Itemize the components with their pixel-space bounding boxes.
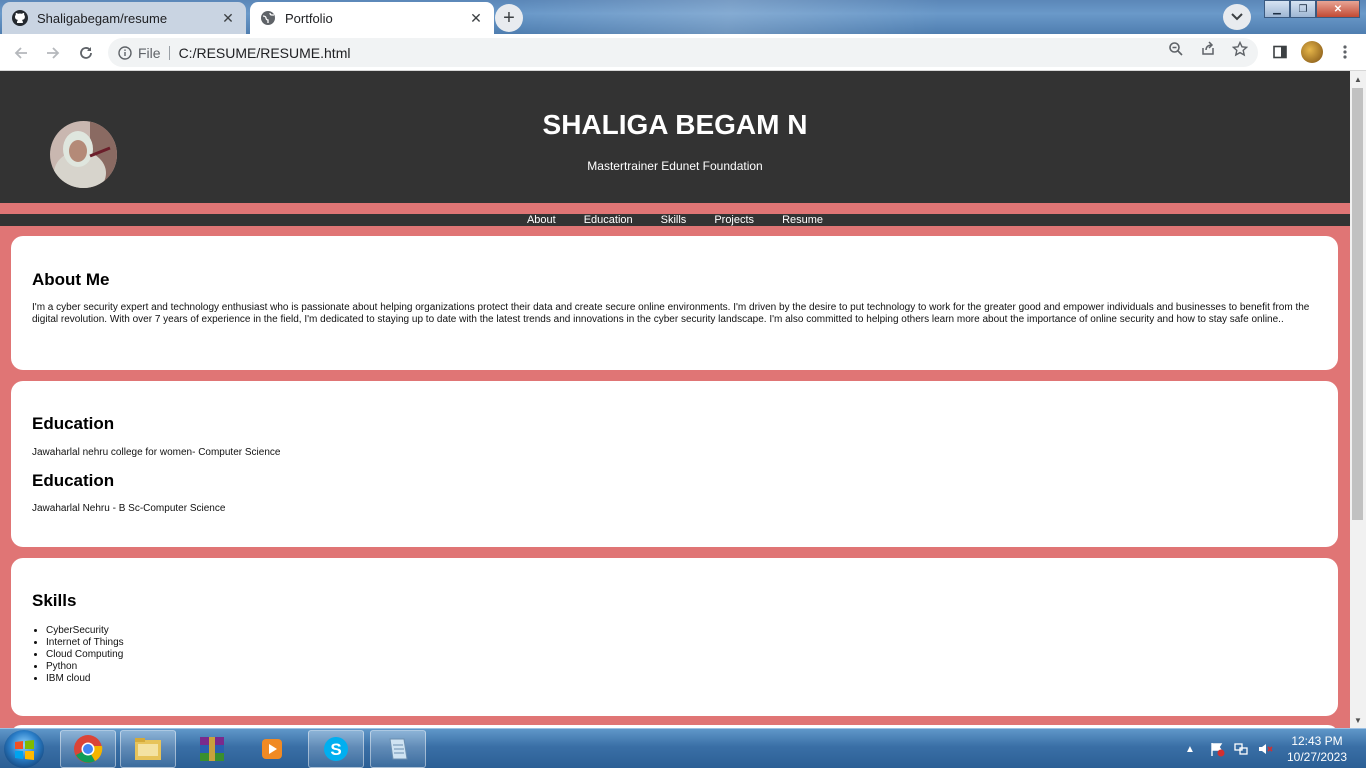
page-viewport: SHALIGA BEGAM N Mastertrainer Edunet Fou… [0, 71, 1350, 728]
restore-button[interactable]: ❐ [1290, 0, 1316, 18]
nav-link-projects[interactable]: Projects [714, 214, 754, 226]
action-center-flag-icon[interactable] [1209, 741, 1225, 757]
window-controls: ▁ ❐ ✕ [1264, 0, 1360, 18]
forward-arrow-icon [47, 47, 60, 59]
skill-item: CyberSecurity [46, 625, 1317, 637]
page-header: SHALIGA BEGAM N Mastertrainer Edunet Fou… [0, 71, 1350, 203]
chrome-icon [74, 735, 103, 763]
education-section: Education Jawaharlal nehru college for w… [11, 381, 1338, 547]
notepad-taskbar-button[interactable] [370, 730, 426, 768]
taskbar: S ▲ 12:43 PM 10/27/2023 [0, 728, 1366, 768]
forward-button[interactable] [40, 40, 66, 66]
windows-logo-icon [15, 740, 34, 760]
nav-link-education[interactable]: Education [584, 214, 633, 226]
chevron-down-icon [1231, 13, 1243, 21]
taskbar-clock[interactable]: 12:43 PM 10/27/2023 [1282, 733, 1352, 765]
network-icon[interactable] [1233, 741, 1249, 757]
volume-muted-icon[interactable] [1257, 741, 1273, 757]
scroll-down-icon[interactable]: ▼ [1350, 712, 1366, 728]
explorer-taskbar-button[interactable] [120, 730, 176, 768]
system-tray: ▲ [1185, 729, 1273, 768]
profile-avatar[interactable] [1301, 41, 1323, 63]
about-section: About Me I'm a cyber security expert and… [11, 236, 1338, 370]
notepad-icon [389, 738, 408, 760]
page-title: SHALIGA BEGAM N [542, 109, 808, 140]
tab-portfolio[interactable]: Portfolio ✕ [250, 2, 494, 34]
nav-link-about[interactable]: About [527, 214, 556, 226]
bookmark-star-icon[interactable] [1231, 40, 1249, 58]
education-item: Jawaharlal Nehru - B Sc-Computer Science [32, 503, 226, 514]
share-icon[interactable] [1199, 40, 1217, 58]
chrome-taskbar-button[interactable] [60, 730, 116, 768]
page-scrollbar[interactable]: ▲ ▼ [1350, 71, 1366, 728]
url-text[interactable]: C:/RESUME/RESUME.html [179, 45, 351, 61]
github-icon [12, 10, 28, 26]
zoom-icon[interactable] [1167, 40, 1185, 58]
skill-item: Python [46, 661, 1317, 673]
info-icon[interactable] [118, 45, 132, 60]
svg-text:S: S [330, 740, 341, 759]
page-tagline: Mastertrainer Edunet Foundation [587, 159, 763, 173]
close-tab-icon[interactable]: ✕ [220, 10, 236, 26]
tab-strip: Shaligabegam/resume ✕ Portfolio ✕ + ▁ ❐ … [0, 0, 1366, 34]
winrar-icon [200, 737, 224, 761]
tab-search-button[interactable] [1223, 4, 1251, 30]
start-button[interactable] [4, 730, 44, 768]
tab-title: Portfolio [285, 10, 333, 26]
media-player-icon [262, 739, 282, 759]
skill-item: Cloud Computing [46, 649, 1317, 661]
skype-taskbar-button[interactable]: S [308, 730, 364, 768]
side-panel-icon[interactable] [1270, 42, 1290, 62]
skills-list: CyberSecurity Internet of Things Cloud C… [32, 625, 1317, 685]
clock-date: 10/27/2023 [1286, 750, 1348, 764]
skills-section: Skills CyberSecurity Internet of Things … [11, 558, 1338, 716]
about-heading: About Me [32, 270, 110, 289]
browser-toolbar: File C:/RESUME/RESUME.html [0, 34, 1366, 71]
education-heading: Education [32, 414, 115, 433]
minimize-button[interactable]: ▁ [1264, 0, 1290, 18]
skill-item: IBM cloud [46, 673, 1317, 685]
show-hidden-icons-icon[interactable]: ▲ [1185, 744, 1195, 755]
close-tab-icon[interactable]: ✕ [468, 10, 484, 26]
scheme-label: File [138, 45, 170, 60]
scroll-up-icon[interactable]: ▲ [1350, 71, 1366, 87]
reload-button[interactable] [73, 40, 99, 66]
nav-link-resume[interactable]: Resume [782, 214, 823, 226]
clock-time: 12:43 PM [1291, 734, 1343, 748]
new-tab-button[interactable]: + [495, 4, 523, 32]
scroll-thumb[interactable] [1352, 88, 1363, 520]
menu-kebab-icon[interactable] [1335, 42, 1355, 62]
back-button[interactable] [8, 40, 34, 66]
skype-icon: S [324, 737, 348, 761]
tab-github-resume[interactable]: Shaligabegam/resume ✕ [2, 2, 246, 34]
reload-icon [80, 47, 92, 59]
globe-icon [260, 10, 276, 26]
file-explorer-icon [135, 738, 161, 760]
nav-link-skills[interactable]: Skills [661, 214, 687, 226]
skills-heading: Skills [32, 591, 77, 610]
education-item: Jawaharlal nehru college for women- Comp… [32, 447, 281, 458]
about-text: I'm a cyber security expert and technolo… [32, 302, 1310, 325]
media-taskbar-button[interactable] [244, 730, 300, 768]
address-bar[interactable]: File C:/RESUME/RESUME.html [108, 38, 1258, 67]
education-heading: Education [32, 471, 115, 490]
winrar-taskbar-button[interactable] [184, 730, 240, 768]
skill-item: Internet of Things [46, 637, 1317, 649]
page-nav: About Education Skills Projects Resume [0, 214, 1350, 226]
tab-title: Shaligabegam/resume [37, 10, 168, 26]
window-close-button[interactable]: ✕ [1316, 0, 1360, 18]
back-arrow-icon [14, 47, 27, 59]
